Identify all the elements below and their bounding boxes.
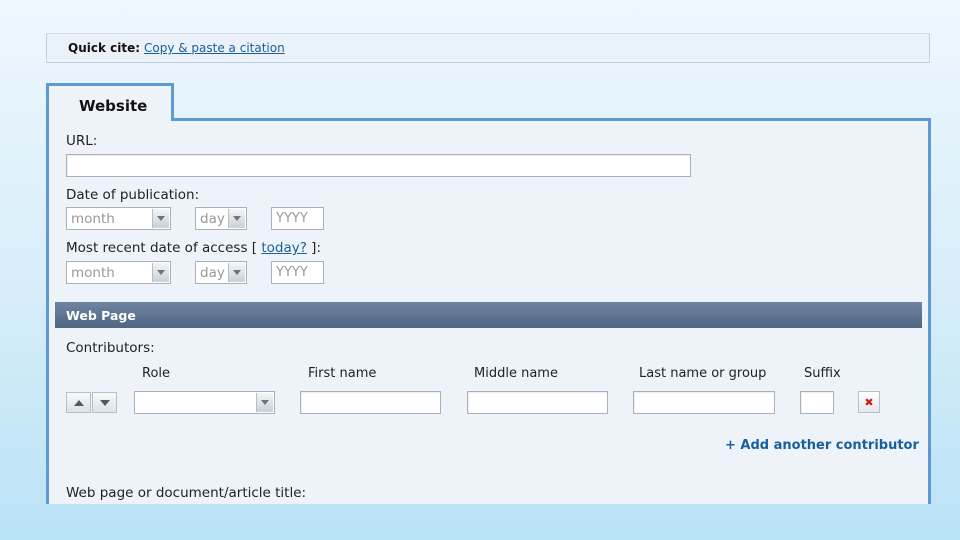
publication-month-value: month [71, 211, 115, 227]
access-day-value: day [200, 265, 225, 281]
move-down-button[interactable] [92, 392, 117, 413]
suffix-input[interactable] [800, 391, 834, 414]
column-role: Role [142, 366, 171, 381]
chevron-down-icon [152, 209, 169, 228]
last-name-input[interactable] [633, 391, 775, 414]
url-input[interactable] [66, 154, 691, 177]
citation-form-panel: URL: Date of publication: month day YYYY… [46, 118, 931, 504]
publication-date-label: Date of publication: [66, 187, 200, 203]
column-last-name: Last name or group [639, 366, 767, 381]
access-day-select[interactable]: day [195, 261, 247, 284]
add-contributor-link[interactable]: + Add another contributor [725, 438, 919, 453]
column-middle-name: Middle name [474, 366, 558, 381]
access-date-label-end: ]: [306, 240, 321, 256]
today-link[interactable]: today? [261, 240, 307, 256]
url-label: URL: [66, 133, 98, 149]
access-month-value: month [71, 265, 115, 281]
page-title-label: Web page or document/article title: [66, 485, 307, 501]
access-month-select[interactable]: month [66, 261, 171, 284]
publication-day-select[interactable]: day [195, 207, 247, 230]
remove-contributor-button[interactable]: ✖ [858, 391, 880, 413]
column-first-name: First name [308, 366, 377, 381]
publication-year-input[interactable]: YYYY [271, 207, 324, 230]
chevron-down-icon [152, 263, 169, 282]
copy-paste-citation-link[interactable]: Copy & paste a citation [144, 41, 285, 55]
triangle-down-icon [99, 399, 110, 406]
tab-website-label: Website [79, 97, 148, 115]
chevron-down-icon [228, 263, 245, 282]
publication-day-value: day [200, 211, 225, 227]
publication-month-select[interactable]: month [66, 207, 171, 230]
publication-year-placeholder: YYYY [276, 211, 308, 226]
chevron-down-icon [256, 393, 273, 412]
access-date-label-text: Most recent date of access [ [66, 240, 262, 256]
contributors-label: Contributors: [66, 340, 155, 356]
middle-name-input[interactable] [467, 391, 608, 414]
triangle-up-icon [73, 399, 84, 406]
quick-cite-bar: Quick cite: Copy & paste a citation [46, 33, 930, 63]
red-x-icon: ✖ [864, 395, 874, 409]
column-suffix: Suffix [804, 366, 841, 381]
access-year-input[interactable]: YYYY [271, 261, 324, 284]
access-date-label: Most recent date of access [ today? ]: [66, 240, 321, 256]
move-up-button[interactable] [66, 392, 91, 413]
section-title: Web Page [66, 308, 136, 323]
quick-cite-label: Quick cite: [68, 41, 141, 55]
access-year-placeholder: YYYY [276, 265, 308, 280]
web-page-section-header: Web Page [55, 302, 922, 328]
chevron-down-icon [228, 209, 245, 228]
first-name-input[interactable] [300, 391, 441, 414]
contributor-role-select[interactable] [134, 391, 275, 414]
tab-website[interactable]: Website [46, 83, 174, 121]
